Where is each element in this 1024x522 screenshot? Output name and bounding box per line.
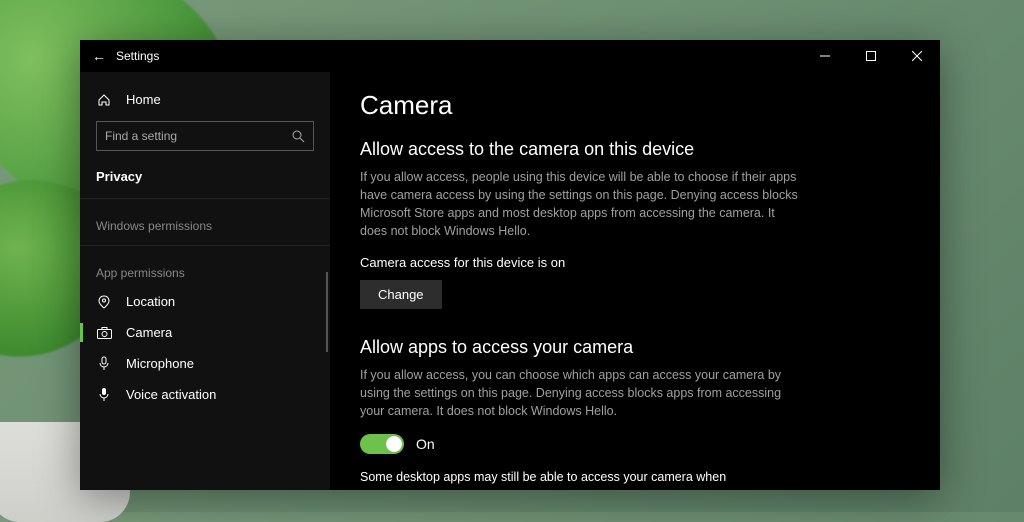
home-icon [96, 93, 112, 107]
section-heading-app-access: Allow apps to access your camera [360, 337, 910, 358]
location-icon [96, 295, 112, 309]
camera-icon [96, 327, 112, 339]
close-button[interactable] [894, 40, 940, 72]
desktop-apps-note: Some desktop apps may still be able to a… [360, 468, 800, 486]
back-arrow-icon[interactable]: ← [92, 48, 116, 64]
minimize-icon [820, 51, 830, 61]
voice-activation-icon [96, 387, 112, 402]
section-body-device-access: If you allow access, people using this d… [360, 168, 800, 241]
apps-access-toggle[interactable] [360, 434, 404, 454]
microphone-icon [96, 356, 112, 371]
section-body-app-access: If you allow access, you can choose whic… [360, 366, 800, 420]
sidebar-item-location[interactable]: Location [80, 286, 330, 317]
sidebar-privacy-label: Privacy [96, 169, 142, 184]
search-placeholder: Find a setting [105, 129, 177, 143]
sidebar-item-camera[interactable]: Camera [80, 317, 330, 348]
sidebar-section-app-permissions: App permissions [80, 252, 330, 286]
minimize-button[interactable] [802, 40, 848, 72]
window-title: Settings [116, 49, 159, 63]
sidebar-item-microphone[interactable]: Microphone [80, 348, 330, 379]
search-icon [292, 130, 305, 143]
page-title: Camera [360, 90, 910, 121]
main-content: Camera Allow access to the camera on thi… [330, 72, 940, 490]
device-access-status: Camera access for this device is on [360, 255, 910, 270]
close-icon [912, 51, 922, 61]
sidebar-scrollbar[interactable] [326, 272, 328, 352]
change-button[interactable]: Change [360, 280, 442, 309]
sidebar-item-voice-activation[interactable]: Voice activation [80, 379, 330, 410]
sidebar-section-windows-permissions: Windows permissions [80, 205, 330, 239]
maximize-button[interactable] [848, 40, 894, 72]
sidebar-home-label: Home [126, 92, 161, 107]
sidebar-item-label: Voice activation [126, 387, 216, 402]
sidebar-item-label: Microphone [126, 356, 194, 371]
sidebar-item-label: Camera [126, 325, 172, 340]
search-input[interactable]: Find a setting [96, 121, 314, 151]
settings-window: ← Settings Home Find a setting [80, 40, 940, 490]
sidebar-home[interactable]: Home [80, 84, 330, 115]
sidebar-item-label: Location [126, 294, 175, 309]
section-heading-device-access: Allow access to the camera on this devic… [360, 139, 910, 160]
toggle-label: On [416, 436, 435, 452]
sidebar-category-privacy[interactable]: Privacy [80, 161, 330, 192]
sidebar: Home Find a setting Privacy Windows perm… [80, 72, 330, 490]
titlebar: ← Settings [80, 40, 940, 72]
maximize-icon [866, 51, 876, 61]
